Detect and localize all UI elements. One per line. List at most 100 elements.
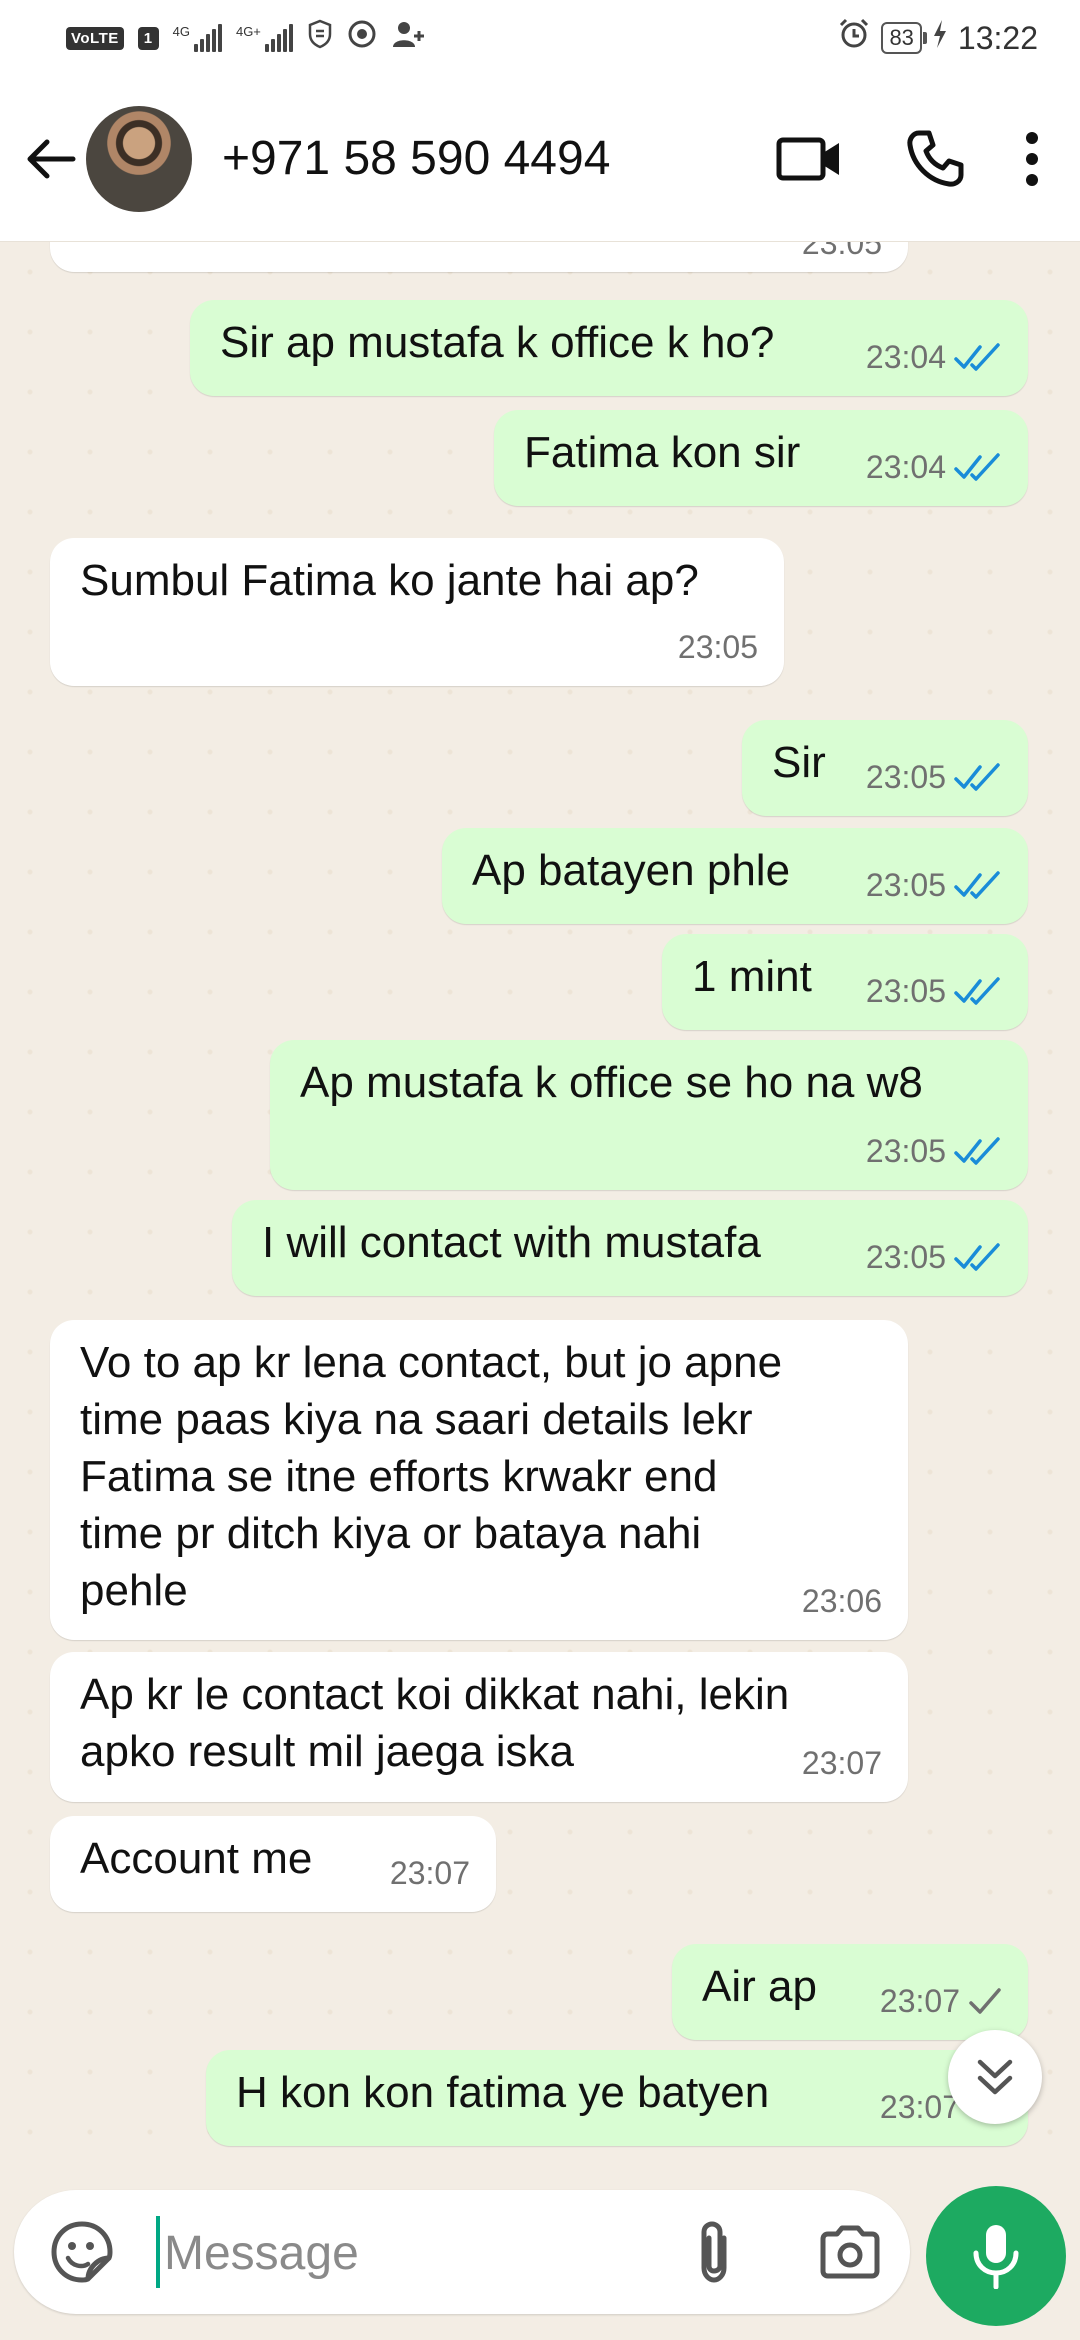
message-bubble-outgoing[interactable]: Sir 23:05: [742, 720, 1028, 816]
status-right: 83 13:22: [837, 17, 1038, 59]
status-left: VoLTE 1 4G 4G+: [66, 19, 425, 57]
message-text: Vo to ap kr lena contact, but jo apne ti…: [80, 1338, 783, 1615]
message-bubble-incoming[interactable]: Ap kr le contact koi dikkat nahi, lekin …: [50, 1652, 908, 1802]
attach-button[interactable]: [674, 2212, 754, 2292]
video-call-icon: [776, 137, 839, 180]
message-time: 23:05: [801, 242, 882, 261]
message-time: 23:04: [865, 339, 946, 375]
message-input[interactable]: [162, 2212, 646, 2294]
back-arrow-icon: [27, 139, 76, 178]
message-time: 23:05: [865, 973, 946, 1009]
message-text: H kon kon fatima ye batyen: [236, 2068, 770, 2117]
more-options-button[interactable]: [1004, 114, 1060, 204]
message-meta: 23:07: [880, 1973, 1002, 2030]
read-double-tick-icon: [954, 452, 1000, 481]
emoji-sticker-icon: [51, 2221, 113, 2283]
message-time: 23:04: [865, 449, 946, 485]
message-bubble-outgoing[interactable]: H kon kon fatima ye batyen 23:07: [206, 2050, 1028, 2146]
read-double-tick-icon: [954, 1136, 1000, 1165]
message-text: Air ap: [702, 1962, 817, 2011]
message-meta: 23:05: [866, 857, 1002, 914]
message-meta: 23:05: [678, 619, 758, 676]
status-time: 13:22: [957, 19, 1038, 56]
message-meta: 23:05: [866, 963, 1002, 1020]
message-bubble-outgoing[interactable]: Ap mustafa k office se ho na w8 23:05: [270, 1040, 1028, 1190]
volte-badge: VoLTE: [66, 26, 124, 50]
chrome-icon: [347, 19, 377, 57]
message-bubble-outgoing[interactable]: Fatima kon sir 23:04: [494, 410, 1028, 506]
camera-button[interactable]: [810, 2212, 890, 2292]
alarm-icon: [837, 17, 871, 59]
sent-single-tick-icon: [969, 1987, 1001, 2014]
message-bubble-incoming[interactable]: Sumbul Fatima ko jante hai ap? 23:05: [50, 538, 784, 686]
message-text: Ap batayen phle: [472, 846, 791, 895]
network-type-label: 4G: [172, 24, 190, 39]
message-meta: 23:04: [866, 439, 1002, 496]
message-meta: 23:04: [866, 329, 1002, 386]
voice-call-button[interactable]: [890, 114, 980, 204]
composer-bar: [0, 2182, 1080, 2340]
phone-icon: [907, 130, 964, 187]
message-bubble-outgoing[interactable]: 1 mint 23:05: [662, 934, 1028, 1030]
message-text: Ap mustafa k office se ho na w8: [300, 1058, 923, 1107]
message-meta: 23:07: [802, 1735, 882, 1792]
signal-strength-icon: 4G: [173, 24, 222, 52]
message-text: Account me: [80, 1834, 313, 1883]
message-text: I will contact with mustafa: [262, 1218, 761, 1267]
message-time: 23:07: [879, 1983, 960, 2019]
message-time: 23:05: [865, 867, 946, 903]
message-text: Ap kr le contact koi dikkat nahi, lekin …: [80, 1670, 790, 1776]
message-time: 23:05: [677, 629, 758, 665]
microphone-icon: [973, 2225, 1019, 2289]
text-cursor: [156, 2216, 160, 2288]
paperclip-icon: [701, 2221, 727, 2283]
message-text: Sumbul Fatima ko jante hai ap?: [80, 556, 699, 605]
voice-message-button[interactable]: [926, 2186, 1066, 2326]
sticker-emoji-button[interactable]: [44, 2214, 120, 2290]
message-meta: 23:06: [802, 1573, 882, 1630]
message-text: Fatima kon sir: [524, 428, 801, 477]
charging-icon: [932, 19, 948, 57]
status-bar: VoLTE 1 4G 4G+ 83 13:22: [0, 0, 1080, 76]
chat-header: +971 58 590 4494: [0, 76, 1080, 242]
message-text: Sir: [772, 738, 826, 787]
read-double-tick-icon: [954, 342, 1000, 371]
message-input-container: [14, 2190, 910, 2314]
add-user-icon: [391, 19, 425, 57]
message-text: Sir ap mustafa k office k ho?: [220, 318, 775, 367]
message-bubble-outgoing[interactable]: I will contact with mustafa 23:05: [232, 1200, 1028, 1296]
camera-icon: [820, 2225, 880, 2279]
scroll-to-bottom-button[interactable]: [948, 2030, 1042, 2124]
chat-messages[interactable]: 23:05 Sir ap mustafa k office k ho? 23:0…: [0, 242, 1080, 2182]
message-time: 23:06: [801, 1583, 882, 1619]
message-meta: 23:05: [866, 1123, 1002, 1180]
message-bubble-outgoing[interactable]: Ap batayen phle 23:05: [442, 828, 1028, 924]
message-bubble-incoming[interactable]: 23:05: [50, 242, 908, 272]
chevron-double-down-icon: [977, 2059, 1013, 2095]
message-meta: 23:07: [390, 1845, 470, 1902]
video-call-button[interactable]: [764, 114, 854, 204]
message-time: 23:05: [865, 1239, 946, 1275]
read-double-tick-icon: [954, 762, 1000, 791]
read-double-tick-icon: [954, 870, 1000, 899]
message-time: 23:07: [879, 2089, 960, 2125]
message-text: 1 mint: [692, 952, 812, 1001]
signal-strength-2-icon: 4G+: [236, 24, 293, 52]
read-double-tick-icon: [954, 1242, 1000, 1271]
message-bubble-outgoing[interactable]: Sir ap mustafa k office k ho? 23:04: [190, 300, 1028, 396]
message-bubble-incoming[interactable]: Account me 23:07: [50, 1816, 496, 1912]
message-time: 23:07: [389, 1855, 470, 1891]
network-type-2-label: 4G+: [235, 24, 261, 39]
contact-name[interactable]: +971 58 590 4494: [222, 131, 764, 186]
read-double-tick-icon: [954, 976, 1000, 1005]
shield-app-icon: [307, 19, 333, 57]
message-time: 23:07: [801, 1745, 882, 1781]
back-button[interactable]: [14, 123, 86, 195]
battery-level: 83: [881, 22, 928, 54]
message-time: 23:05: [865, 1133, 946, 1169]
message-bubble-incoming[interactable]: Vo to ap kr lena contact, but jo apne ti…: [50, 1320, 908, 1640]
message-meta: 23:05: [802, 242, 882, 272]
message-bubble-outgoing[interactable]: Air ap 23:07: [672, 1944, 1028, 2040]
avatar[interactable]: [86, 105, 192, 212]
message-meta: 23:05: [866, 749, 1002, 806]
